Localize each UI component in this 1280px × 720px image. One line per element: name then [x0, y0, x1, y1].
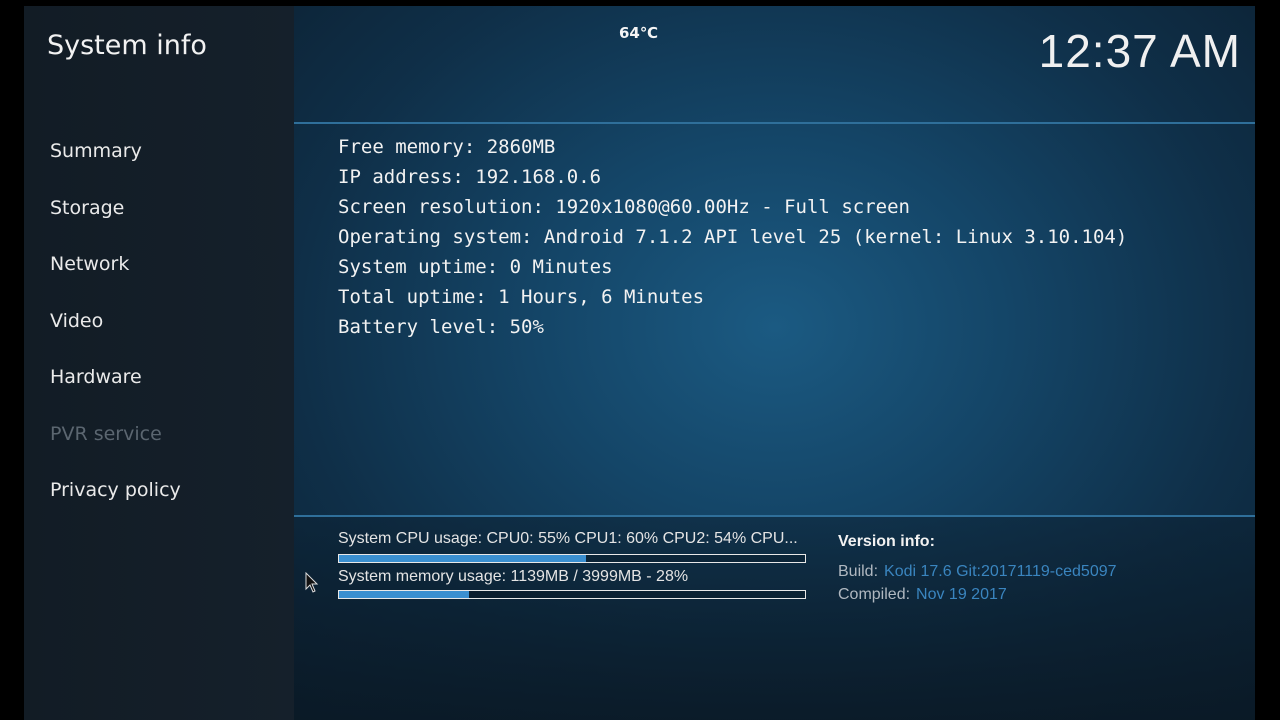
memory-usage-label: System memory usage: 1139MB / 3999MB - 2… [338, 568, 689, 585]
info-line-system-uptime: System uptime: 0 Minutes [338, 256, 613, 278]
sidebar-item-network[interactable]: Network [50, 253, 129, 275]
clock: 12:37 AM [1038, 25, 1241, 77]
cpu-usage-fill [339, 555, 586, 562]
temperature-readout: 64℃ [619, 24, 659, 42]
sidebar-item-summary[interactable]: Summary [50, 140, 142, 162]
memory-usage-bar [338, 590, 806, 599]
cpu-usage-bar [338, 554, 806, 563]
info-list: Free memory: 2860MB IP address: 192.168.… [338, 132, 1127, 342]
version-build-row: Build: Kodi 17.6 Git:20171119-ced5097 [838, 563, 1117, 581]
build-key: Build: [838, 563, 879, 580]
sidebar-item-hardware[interactable]: Hardware [50, 366, 142, 388]
info-line-ip-address: IP address: 192.168.0.6 [338, 166, 602, 188]
version-info-title: Version info: [838, 533, 935, 550]
bottom-divider [294, 515, 1255, 517]
top-divider [294, 122, 1255, 124]
cpu-usage-label: System CPU usage: CPU0: 55% CPU1: 60% CP… [338, 530, 798, 547]
info-line-operating-system: Operating system: Android 7.1.2 API leve… [338, 226, 1128, 248]
sidebar-item-pvr-service: PVR service [50, 423, 162, 445]
compiled-key: Compiled: [838, 586, 911, 603]
kodi-window: System info 64℃ 12:37 AM Summary Storage… [24, 6, 1255, 720]
sidebar [24, 6, 294, 720]
info-line-total-uptime: Total uptime: 1 Hours, 6 Minutes [338, 286, 705, 308]
page-title: System info [47, 30, 207, 61]
sidebar-item-privacy-policy[interactable]: Privacy policy [50, 479, 181, 501]
build-value: Kodi 17.6 Git:20171119-ced5097 [884, 563, 1117, 580]
compiled-value: Nov 19 2017 [916, 586, 1007, 603]
info-line-free-memory: Free memory: 2860MB [338, 136, 556, 158]
version-compiled-row: Compiled: Nov 19 2017 [838, 586, 1007, 604]
mouse-pointer-icon [305, 572, 319, 593]
memory-usage-fill [339, 591, 470, 598]
info-line-battery-level: Battery level: 50% [338, 316, 544, 338]
sidebar-item-video[interactable]: Video [50, 310, 103, 332]
info-line-screen-resolution: Screen resolution: 1920x1080@60.00Hz - F… [338, 196, 910, 218]
sidebar-item-storage[interactable]: Storage [50, 197, 124, 219]
